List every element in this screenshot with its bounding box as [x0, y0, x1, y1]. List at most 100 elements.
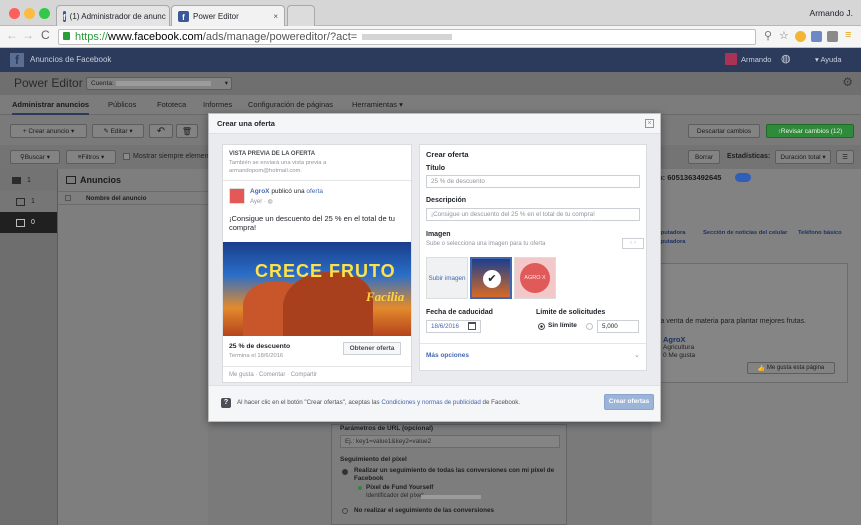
chevron-down-icon[interactable]: ⌄	[634, 351, 640, 359]
title-input[interactable]: 25 % de descuento	[426, 175, 640, 188]
post-time: Ayer · ◍	[250, 199, 273, 205]
tab-page-settings[interactable]: Configuración de páginas	[248, 100, 333, 109]
no-limit-radio[interactable]	[538, 323, 545, 330]
browser-tab-power-editor[interactable]: f Power Editor ×	[171, 5, 285, 26]
columns-icon[interactable]: ☰	[836, 150, 854, 164]
show-always-checkbox[interactable]	[123, 153, 130, 160]
get-offer-button[interactable]: Obtener oferta	[343, 342, 401, 355]
page-avatar[interactable]	[229, 188, 245, 204]
undo-icon[interactable]: ↶	[149, 124, 173, 138]
review-changes-button[interactable]: ↑ Revisar cambios (12)	[766, 124, 854, 138]
globe-icon[interactable]: ◍	[781, 52, 791, 65]
trash-icon[interactable]: 🗑	[176, 124, 198, 138]
tab-label: (1) Administrador de anunc	[69, 11, 166, 21]
clear-button[interactable]: Borrar	[688, 150, 720, 164]
ads-row[interactable]: 0	[0, 212, 57, 233]
minimize-window-icon[interactable]	[24, 8, 35, 19]
pixel-option-none-radio[interactable]	[342, 508, 348, 514]
pixel-option-track-radio[interactable]	[342, 469, 348, 475]
image-thumbnail-logo[interactable]: AGRO X	[514, 257, 556, 299]
campaigns-row[interactable]: 1	[0, 169, 57, 191]
post-actions[interactable]: Me gusta · Comentar · Compartir	[229, 372, 317, 378]
adsets-row[interactable]: 1	[0, 191, 57, 212]
nav-tabs: Administrar anuncios Públicos Fototeca I…	[0, 95, 861, 115]
adset-icon	[16, 197, 25, 206]
post-page-name[interactable]: AgroX	[250, 188, 270, 195]
facebook-logo-icon[interactable]: f	[10, 53, 24, 67]
gear-icon[interactable]: ⚙	[842, 75, 853, 89]
menu-icon[interactable]: ≡	[845, 29, 851, 41]
back-arrow-icon[interactable]: ←	[6, 28, 18, 42]
forward-arrow-icon[interactable]: →	[22, 28, 34, 42]
browser-tab-ads-manager[interactable]: f (1) Administrador de anunc ×	[56, 5, 170, 26]
bookmark-star-icon[interactable]: ☆	[779, 29, 789, 42]
checkmark-icon: ✔	[483, 270, 501, 288]
divider	[420, 343, 646, 344]
extension-icon[interactable]	[827, 31, 838, 42]
more-options-link[interactable]: Más opciones	[426, 352, 469, 359]
select-all-checkbox[interactable]	[65, 195, 71, 201]
description-input[interactable]: ¡Consigue un descuento del 25 % en el to…	[426, 208, 640, 221]
edit-button[interactable]: ✎ Editar ▾	[92, 124, 144, 138]
ad-preview-panel: io: 6051363492645 omputadora Sección de …	[652, 169, 861, 525]
help-icon[interactable]: ?	[221, 398, 231, 408]
reload-icon[interactable]: C	[41, 28, 50, 42]
url-field[interactable]: https://www.facebook.com/ads/manage/powe…	[58, 29, 756, 45]
facebook-favicon-icon: f	[178, 10, 189, 22]
image-pager[interactable]: ‹ ›	[622, 238, 644, 249]
account-selector[interactable]: Cuenta: ▾	[86, 77, 232, 90]
post-offer-link[interactable]: oferta	[306, 188, 323, 195]
stats-select[interactable]: Duración total ▾	[775, 150, 831, 164]
placement-tab-feature-phone[interactable]: Teléfono básico	[798, 230, 842, 236]
tab-tools-label: Herramientas	[352, 100, 398, 109]
limit-radio[interactable]	[586, 323, 593, 330]
url-params-input[interactable]: Ej.: key1=value1&key2=value2	[340, 435, 560, 448]
tab-manage-ads[interactable]: Administrar anuncios	[12, 100, 90, 115]
search-button[interactable]: ⚲ Buscar ▾	[10, 150, 60, 164]
header-user-name[interactable]: Armando	[741, 55, 771, 64]
upload-image-button[interactable]: Subir imagen	[426, 257, 468, 299]
ad-page-category: Agricultura	[663, 344, 695, 351]
stats-label: Estadísticas:	[727, 153, 771, 160]
tab-audiences[interactable]: Públicos	[108, 100, 136, 109]
user-avatar[interactable]	[725, 53, 737, 65]
browser-address-bar: ← → C https://www.facebook.com/ads/manag…	[0, 26, 861, 48]
calendar-icon[interactable]	[468, 322, 476, 330]
status-toggle[interactable]	[735, 173, 751, 182]
url-domain: www.facebook.com	[108, 31, 203, 43]
url-path: /ads/manage/powereditor/?act=	[202, 31, 358, 43]
filters-button[interactable]: ≡ Filtros ▾	[66, 150, 116, 164]
extension-icon[interactable]	[811, 31, 822, 42]
tab-tools[interactable]: Herramientas ▾	[352, 100, 403, 109]
lock-icon	[63, 32, 70, 40]
request-limit-label: Límite de solicitudes	[536, 309, 606, 316]
close-icon[interactable]: ×	[645, 119, 654, 128]
terms-link[interactable]: Condiciones y normas de publicidad	[381, 399, 480, 406]
tab-reports[interactable]: Informes	[203, 100, 232, 109]
maximize-window-icon[interactable]	[39, 8, 50, 19]
search-icon[interactable]: ⚲	[764, 29, 772, 42]
browser-user-name[interactable]: Armando J.	[810, 8, 853, 18]
tab-image-library[interactable]: Fototeca	[157, 100, 186, 109]
new-tab-button[interactable]	[287, 5, 315, 26]
help-label: Ayuda	[820, 55, 842, 64]
column-header-name[interactable]: Nombre del anuncio	[86, 195, 147, 202]
like-page-button[interactable]: 👍 Me gusta esta página	[747, 362, 835, 374]
page-title: Power Editor	[14, 76, 83, 90]
description-label: Descripción	[426, 197, 467, 204]
ad-page-name[interactable]: AgroX	[663, 335, 686, 344]
create-offers-button[interactable]: Crear ofertas	[604, 394, 654, 410]
footer-terms-text: Al hacer clic en el botón "Crear ofertas…	[237, 399, 520, 406]
close-window-icon[interactable]	[9, 8, 20, 19]
left-hierarchy: 1 1 0	[0, 169, 58, 525]
discard-changes-button[interactable]: Descartar cambios	[688, 124, 760, 138]
placement-tab-mobile-feed[interactable]: Sección de noticias del celular	[703, 230, 787, 236]
close-tab-icon[interactable]: ×	[273, 12, 278, 21]
help-link[interactable]: ▾ Ayuda	[815, 55, 842, 64]
limit-input[interactable]: 5,000	[597, 320, 639, 333]
create-ad-button[interactable]: + Crear anuncio ▾	[10, 124, 87, 138]
extension-smiley-icon[interactable]	[795, 31, 806, 42]
create-ad-label: + Crear anuncio	[22, 127, 70, 135]
terms-prefix: Al hacer clic en el botón "Crear ofertas…	[237, 399, 380, 406]
image-thumbnail-selected[interactable]: ✔	[470, 257, 512, 299]
